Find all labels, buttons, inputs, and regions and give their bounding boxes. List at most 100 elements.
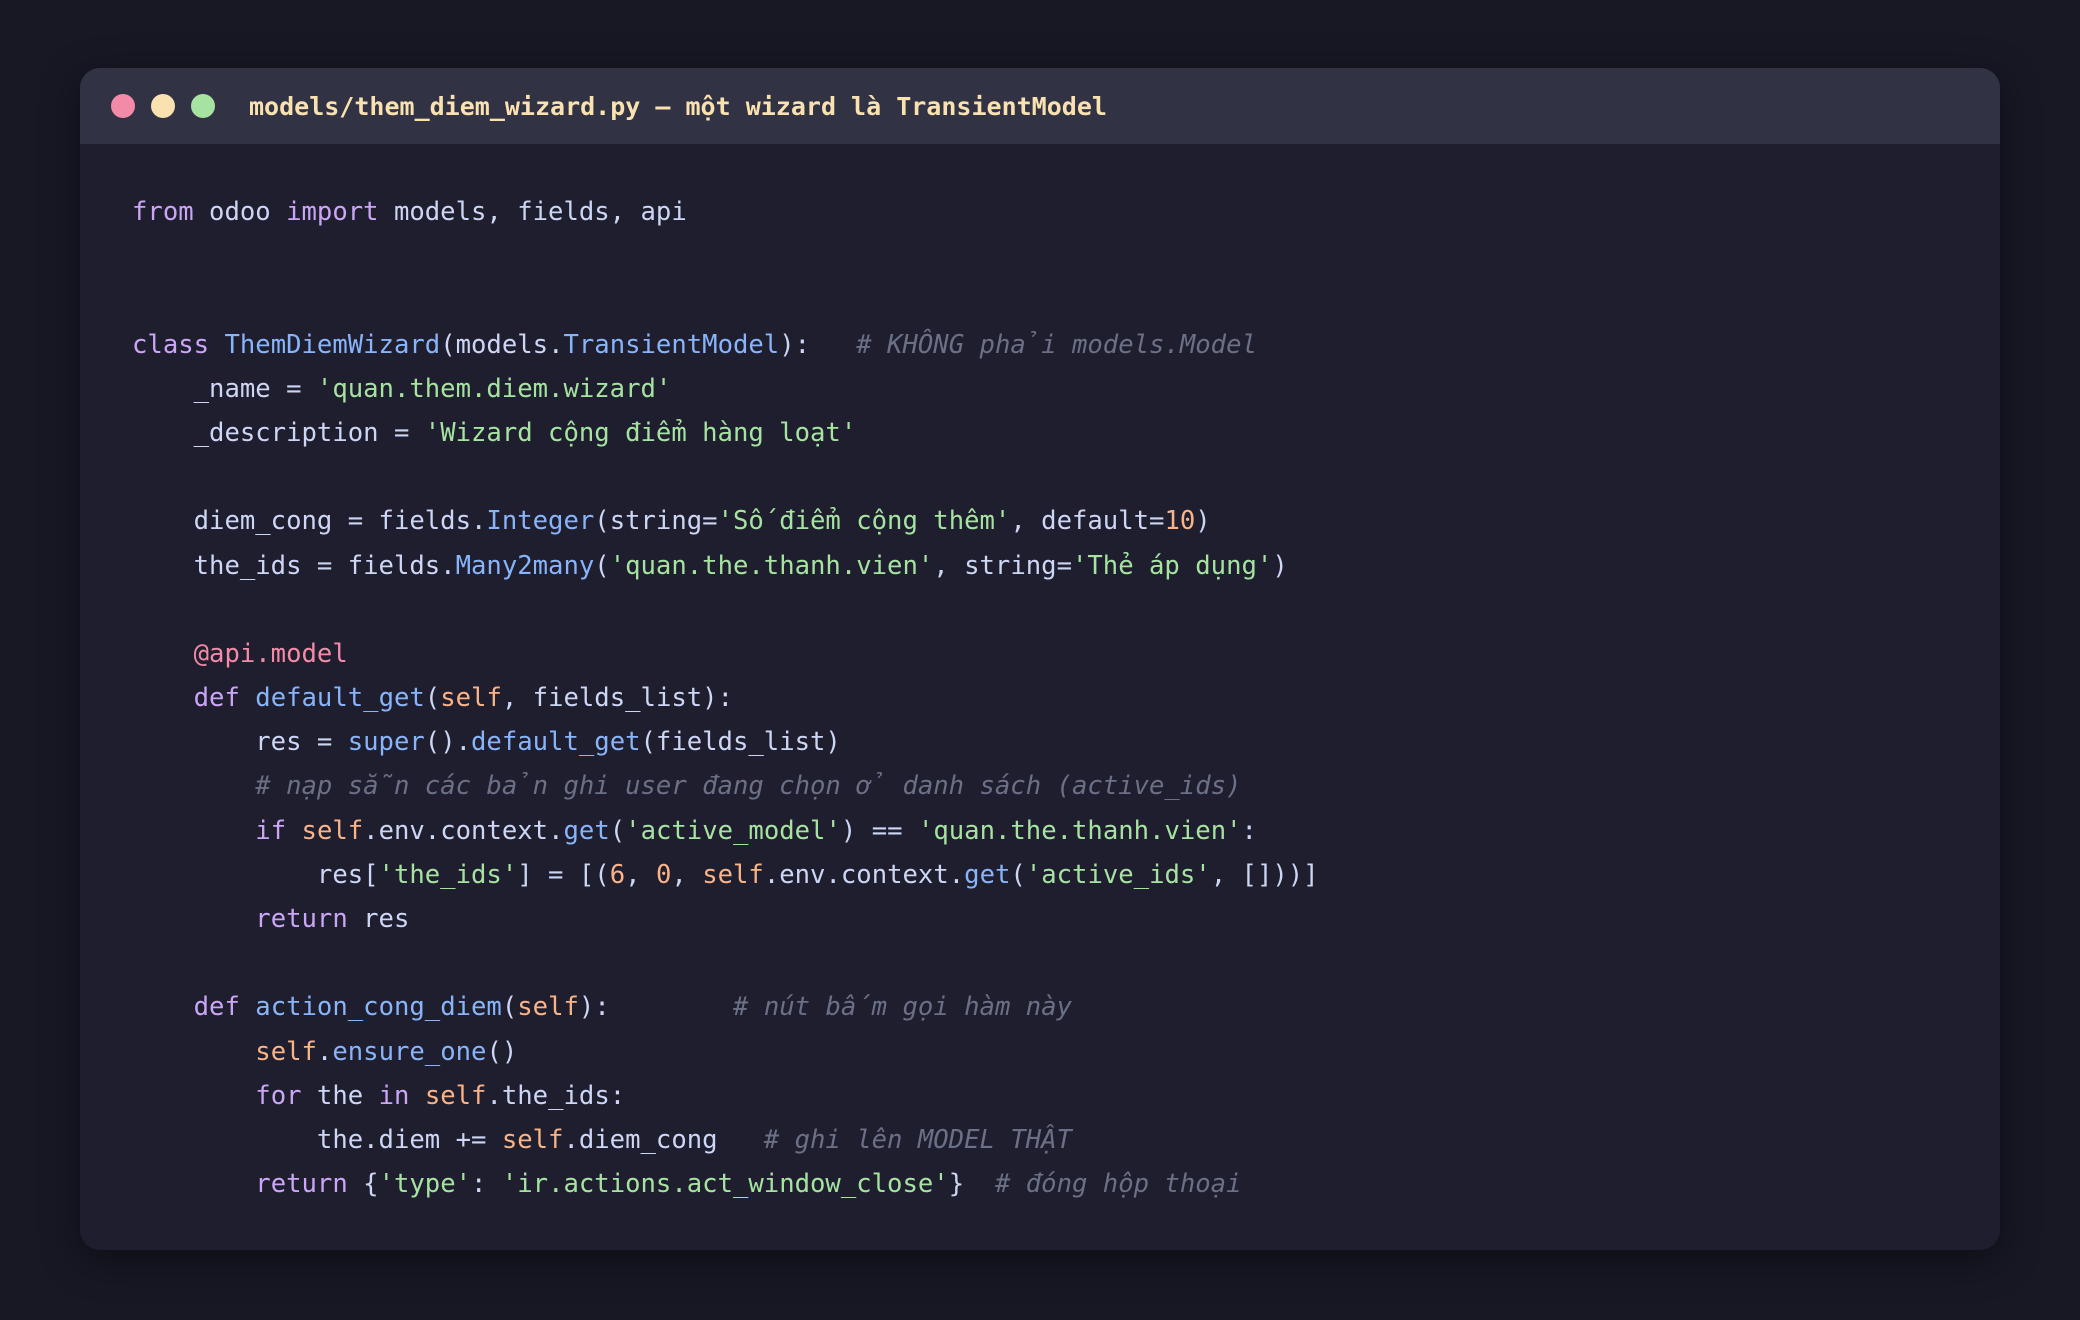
code-token: default_get bbox=[255, 683, 425, 714]
code-token: .diem_cong bbox=[563, 1124, 764, 1155]
code-line-21: for the in self.the_ids: bbox=[132, 1074, 1960, 1118]
code-token: action_cong_diem bbox=[255, 992, 502, 1023]
code-token: Integer bbox=[486, 506, 595, 537]
code-token: the.diem += bbox=[132, 1124, 502, 1155]
code-token: get bbox=[563, 815, 610, 846]
code-token: odoo bbox=[193, 197, 287, 227]
code-string: 'quan.the.thanh.vien' bbox=[917, 815, 1242, 846]
code-token: .env.context. bbox=[363, 815, 564, 846]
code-token: ensure_one bbox=[332, 1036, 487, 1067]
code-token: : bbox=[1241, 815, 1257, 846]
code-token: , fields_list): bbox=[501, 683, 733, 714]
minimize-button[interactable] bbox=[151, 94, 175, 118]
code-token: ) == bbox=[840, 815, 918, 846]
code-token: , bbox=[625, 859, 656, 890]
code-line-1: from odoo import models, fields, api bbox=[132, 190, 1960, 234]
code-token: models, fields, api bbox=[378, 197, 687, 227]
code-comment: # nút bấm gọi hàm này bbox=[733, 992, 1072, 1023]
code-token: res = bbox=[132, 727, 348, 758]
code-comment: # ghi lên MODEL THẬT bbox=[763, 1124, 1072, 1155]
code-token: ( bbox=[424, 683, 441, 714]
code-token: .env.context. bbox=[763, 859, 965, 890]
code-token: () bbox=[486, 1036, 518, 1067]
code-token: self bbox=[517, 992, 579, 1023]
code-line-5: _name = 'quan.them.diem.wizard' bbox=[132, 367, 1960, 411]
code-token: (fields_list) bbox=[640, 727, 841, 758]
code-token: res bbox=[347, 904, 410, 934]
code-token: (). bbox=[424, 727, 472, 758]
code-token: ] = [( bbox=[517, 859, 610, 890]
code-line-20: self.ensure_one() bbox=[132, 1030, 1960, 1074]
code-token: .the_ids: bbox=[486, 1080, 626, 1111]
maximize-button[interactable] bbox=[191, 94, 215, 118]
code-line-4: class ThemDiemWizard(models.TransientMod… bbox=[132, 323, 1960, 367]
code-token: ( bbox=[1010, 859, 1026, 890]
code-token: ) bbox=[1195, 506, 1211, 537]
code-token: import bbox=[286, 197, 379, 227]
code-string: 'quan.the.thanh.vien' bbox=[609, 550, 934, 581]
code-token: def bbox=[193, 992, 240, 1023]
code-string: 'the_ids' bbox=[378, 859, 518, 890]
code-token: ): bbox=[779, 329, 857, 360]
code-token: the_ids = fields. bbox=[132, 550, 456, 581]
code-token: class bbox=[132, 329, 210, 360]
code-line-13: res = super().default_get(fields_list) bbox=[132, 720, 1960, 764]
code-token: } bbox=[948, 1169, 995, 1200]
code-number: 10 bbox=[1164, 506, 1196, 537]
window-title: models/them_diem_wizard.py — một wizard … bbox=[249, 91, 1107, 121]
code-token: _name = bbox=[132, 373, 317, 404]
code-token: _description = bbox=[132, 417, 425, 448]
code-line-22: the.diem += self.diem_cong # ghi lên MOD… bbox=[132, 1118, 1960, 1162]
code-token: return bbox=[255, 904, 348, 934]
code-string: 'Wizard cộng điểm hàng loạt' bbox=[424, 417, 857, 448]
code-string: 'quan.them.diem.wizard' bbox=[316, 373, 672, 404]
code-token: self bbox=[255, 1036, 317, 1067]
code-token: , bbox=[671, 859, 703, 890]
code-string: 'active_ids' bbox=[1025, 859, 1211, 890]
code-token: from bbox=[132, 197, 194, 227]
code-token: , string= bbox=[933, 550, 1072, 581]
code-token: (string= bbox=[594, 506, 718, 537]
code-token: ( bbox=[501, 992, 518, 1023]
code-token: : bbox=[471, 1169, 502, 1200]
code-line-23: return {'type': 'ir.actions.act_window_c… bbox=[132, 1162, 1960, 1206]
code-token: ): bbox=[578, 992, 733, 1023]
code-number: 6 bbox=[609, 859, 626, 890]
code-line-11: @api.model bbox=[132, 632, 1960, 676]
code-token: for bbox=[255, 1080, 302, 1111]
code-token: , []))] bbox=[1210, 859, 1319, 890]
code-string: 'active_model' bbox=[625, 815, 841, 846]
code-decorator: @api.model bbox=[193, 638, 348, 669]
code-token: { bbox=[347, 1169, 379, 1200]
code-token: if bbox=[255, 815, 287, 846]
code-token: ThemDiemWizard bbox=[224, 329, 441, 360]
code-line-9: the_ids = fields.Many2many('quan.the.tha… bbox=[132, 544, 1960, 588]
code-line-19: def action_cong_diem(self): # nút bấm gọ… bbox=[132, 985, 1960, 1029]
code-line-16: res['the_ids'] = [(6, 0, self.env.contex… bbox=[132, 853, 1960, 897]
code-comment: # nạp sẵn các bản ghi user đang chọn ở d… bbox=[255, 771, 1242, 802]
code-token: , default= bbox=[1010, 506, 1165, 537]
code-line-14: # nạp sẵn các bản ghi user đang chọn ở d… bbox=[132, 764, 1960, 808]
code-token: Many2many bbox=[455, 550, 595, 581]
code-editor[interactable]: from odoo import models, fields, api cla… bbox=[132, 190, 1960, 1206]
close-button[interactable] bbox=[111, 94, 135, 118]
code-comment: # KHÔNG phải models.Model bbox=[856, 329, 1257, 360]
code-string: 'Số điểm cộng thêm' bbox=[717, 506, 1011, 537]
code-token: in bbox=[378, 1080, 410, 1111]
code-token: diem_cong = fields. bbox=[132, 506, 487, 537]
code-token: get bbox=[964, 859, 1011, 890]
